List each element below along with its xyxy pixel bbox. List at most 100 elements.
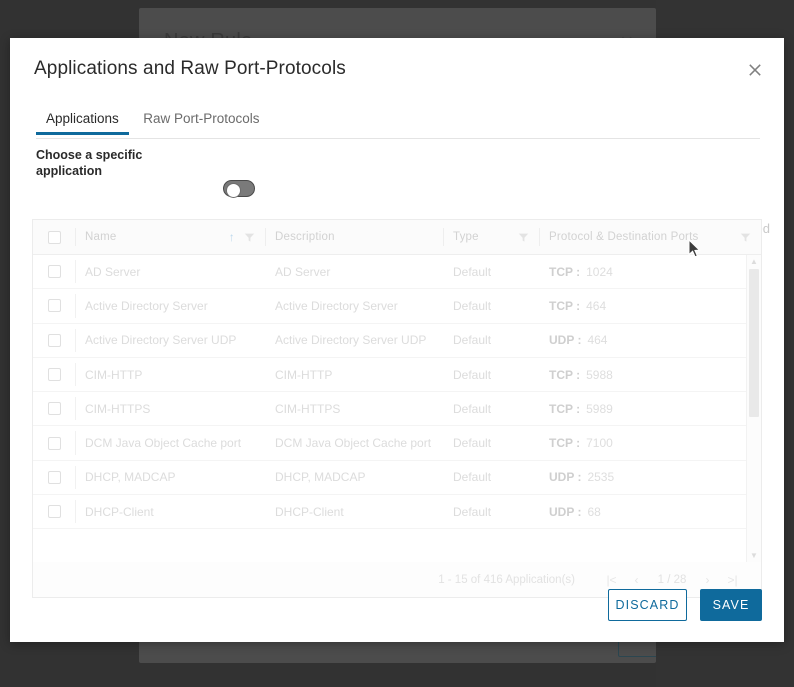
- cell-type: Default: [443, 358, 539, 391]
- cell-protocol-key: TCP :: [549, 265, 580, 279]
- cell-name: Active Directory Server: [75, 289, 265, 322]
- cell-name: DCM Java Object Cache port: [75, 426, 265, 459]
- scroll-down-icon[interactable]: ▼: [747, 549, 761, 562]
- tab-applications-label: Applications: [46, 111, 119, 126]
- cell-type-text: Default: [453, 505, 491, 519]
- discard-button[interactable]: DISCARD: [608, 589, 687, 621]
- cell-name-text: Active Directory Server: [85, 299, 208, 313]
- cell-name-text: DHCP, MADCAP: [85, 470, 175, 484]
- row-select-cell: [33, 392, 75, 425]
- table-row[interactable]: Active Directory Server UDP Active Direct…: [33, 324, 761, 358]
- cell-protocol-key: TCP :: [549, 299, 580, 313]
- toggle-knob: [226, 183, 241, 198]
- cell-type-text: Default: [453, 402, 491, 416]
- cell-description-text: DCM Java Object Cache port: [275, 436, 431, 450]
- filter-icon[interactable]: [244, 232, 255, 243]
- row-checkbox[interactable]: [48, 471, 61, 484]
- filter-icon[interactable]: [518, 232, 529, 243]
- row-checkbox[interactable]: [48, 437, 61, 450]
- choose-application-toggle[interactable]: [223, 180, 255, 197]
- table-row[interactable]: AD ServerAD ServerDefaultTCP :1024: [33, 255, 761, 289]
- cell-description-text: DHCP-Client: [275, 505, 344, 519]
- cell-description-text: CIM-HTTPS: [275, 402, 340, 416]
- cell-protocol-value: 464: [586, 299, 606, 313]
- cell-name-text: Active Directory Server UDP: [85, 333, 236, 347]
- pagination-first-button[interactable]: |<: [599, 573, 624, 587]
- table-row[interactable]: CIM-HTTP CIM-HTTP Default TCP :5988: [33, 358, 761, 392]
- cell-description: DCM Java Object Cache port: [265, 426, 443, 459]
- cell-type-text: Default: [453, 265, 491, 279]
- pagination-next-button[interactable]: ›: [695, 573, 720, 587]
- cell-type-text: Default: [453, 470, 491, 484]
- table-body: AD ServerAD ServerDefaultTCP :1024Active…: [33, 255, 761, 529]
- column-header-type[interactable]: Type: [443, 220, 539, 254]
- cell-protocol-ports: TCP : 5989: [539, 392, 761, 425]
- save-button[interactable]: SAVE: [700, 589, 762, 621]
- table-row[interactable]: CIM-HTTPSCIM-HTTPSDefaultTCP :5989: [33, 392, 761, 426]
- cell-name-text: DCM Java Object Cache port: [85, 436, 241, 450]
- cell-type: Default: [443, 426, 539, 459]
- table-row[interactable]: DCM Java Object Cache port DCM Java Objec…: [33, 426, 761, 460]
- cell-protocol-key: TCP :: [549, 436, 580, 450]
- choose-application-label: Choose a specific application: [36, 147, 166, 179]
- cell-protocol-ports: UDP :68: [539, 495, 761, 528]
- row-checkbox[interactable]: [48, 368, 61, 381]
- cell-protocol-key: UDP :: [549, 505, 581, 519]
- cell-type-text: Default: [453, 299, 491, 313]
- cell-type-text: Default: [453, 436, 491, 450]
- row-checkbox[interactable]: [48, 505, 61, 518]
- cell-description: CIM-HTTP: [265, 358, 443, 391]
- screen: New Rule ✕ Applications and Raw Port-Pro…: [0, 0, 794, 687]
- pagination-prev-button[interactable]: ‹: [624, 573, 649, 587]
- column-header-select-all: [33, 220, 75, 254]
- cell-protocol-value: 7100: [586, 436, 613, 450]
- cell-description: DHCP-Client: [265, 495, 443, 528]
- cell-protocol-key: UDP :: [549, 470, 581, 484]
- row-checkbox[interactable]: [48, 402, 61, 415]
- cell-protocol-ports: UDP :464: [539, 324, 761, 357]
- table-row[interactable]: DHCP-Client DHCP-Client Default UDP :68: [33, 495, 761, 529]
- cell-name: DHCP-Client: [75, 495, 265, 528]
- column-header-protocol-ports[interactable]: Protocol & Destination Ports: [539, 220, 761, 254]
- cell-protocol-ports: UDP :2535: [539, 461, 761, 494]
- cell-type-text: Default: [453, 368, 491, 382]
- cell-description-text: Active Directory Server UDP: [275, 333, 426, 347]
- filter-icon[interactable]: [740, 232, 751, 243]
- cell-protocol-key: UDP :: [549, 333, 581, 347]
- cell-description: AD Server: [265, 255, 443, 288]
- row-checkbox[interactable]: [48, 334, 61, 347]
- applications-modal: Applications and Raw Port-Protocols Appl…: [10, 38, 784, 642]
- cell-description: CIM-HTTPS: [265, 392, 443, 425]
- cell-type: Default: [443, 324, 539, 357]
- scroll-up-icon[interactable]: ▲: [747, 255, 761, 268]
- pagination-count: 1 - 15 of 416 Application(s): [438, 574, 575, 586]
- table-row[interactable]: DHCP, MADCAP DHCP, MADCAP Default UDP :2535: [33, 461, 761, 495]
- column-header-name[interactable]: Name ↑: [75, 220, 265, 254]
- column-header-protocol-ports-label: Protocol & Destination Ports: [549, 231, 698, 243]
- row-select-cell: [33, 289, 75, 322]
- table-scrollbar[interactable]: ▲ ▼: [746, 255, 761, 562]
- cell-protocol-ports: TCP : 7100: [539, 426, 761, 459]
- tab-raw-port-protocols-label: Raw Port-Protocols: [143, 111, 259, 126]
- column-header-type-icons: [518, 232, 539, 243]
- close-icon[interactable]: [744, 59, 766, 81]
- cell-description: DHCP, MADCAP: [265, 461, 443, 494]
- column-header-protocol-icons: [740, 232, 761, 243]
- tab-raw-port-protocols[interactable]: Raw Port-Protocols: [133, 109, 269, 134]
- cell-protocol-value: 5989: [586, 402, 613, 416]
- page-title: Applications and Raw Port-Protocols: [34, 58, 346, 80]
- sort-ascending-icon[interactable]: ↑: [229, 231, 235, 243]
- row-select-cell: [33, 358, 75, 391]
- column-header-description[interactable]: Description: [265, 220, 443, 254]
- cell-name-text: CIM-HTTP: [85, 368, 142, 382]
- cell-protocol-key: TCP :: [549, 402, 580, 416]
- table-row[interactable]: Active Directory ServerActive Directory …: [33, 289, 761, 323]
- row-checkbox[interactable]: [48, 299, 61, 312]
- row-checkbox[interactable]: [48, 265, 61, 278]
- column-header-name-icons: ↑: [229, 231, 265, 243]
- scrollbar-thumb[interactable]: [749, 269, 759, 417]
- cell-protocol-ports: TCP :5988: [539, 358, 761, 391]
- pagination-last-button[interactable]: >|: [720, 573, 745, 587]
- tab-applications[interactable]: Applications: [36, 109, 129, 134]
- select-all-checkbox[interactable]: [48, 231, 61, 244]
